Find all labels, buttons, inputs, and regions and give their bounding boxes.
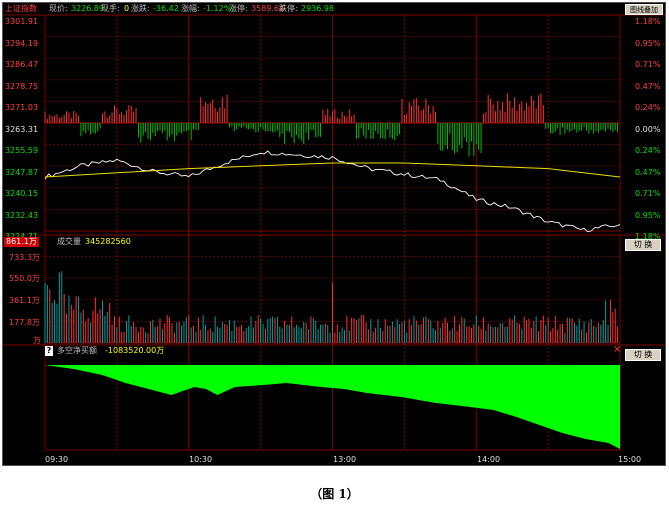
percent-tick-label: 0.71% xyxy=(635,189,661,198)
overlay-button[interactable]: 图线叠加 xyxy=(625,4,663,15)
percent-tick-label: 0.47% xyxy=(635,81,661,91)
net-buy-value: -1083520.00万 xyxy=(105,346,165,355)
price-label: 现价: xyxy=(49,4,68,13)
volume-title: 成交量 xyxy=(57,237,81,246)
price-tick-label: 3263.31 xyxy=(5,124,39,134)
price-tick-label: 3286.47 xyxy=(5,60,39,69)
price-value: 3226.89 xyxy=(71,4,105,13)
help-icon[interactable]: ? xyxy=(45,346,53,356)
net-switch-button[interactable]: 切 换 xyxy=(625,349,661,361)
volume-tick-label: 177.8万 xyxy=(9,318,40,327)
volume-max-badge: 861.1万 xyxy=(4,237,39,247)
price-tick-label: 3294.19 xyxy=(5,38,39,48)
time-tick-label: 09:30 xyxy=(45,455,69,464)
percent-tick-label: 1.18% xyxy=(635,17,661,26)
index-name: 上证指数 xyxy=(5,4,37,13)
figure-caption: （图 1） xyxy=(310,487,359,501)
limit-up-label: 涨停: xyxy=(229,4,248,13)
volume-tick-label: 733.3万 xyxy=(9,253,40,262)
price-tick-label: 3278.75 xyxy=(5,81,39,91)
hand-label: 现手: xyxy=(101,4,120,13)
time-tick-label: 10:30 xyxy=(189,455,213,464)
volume-tick-label: 361.1万 xyxy=(9,296,40,305)
price-tick-label: 3255.59 xyxy=(5,146,39,155)
limit-down-label: 跌停: xyxy=(279,4,298,13)
price-tick-label: 3232.43 xyxy=(5,210,39,220)
percent-tick-label: 0.95% xyxy=(635,210,661,220)
percent-tick-label: 0.47% xyxy=(635,167,661,177)
volume-total: 345282560 xyxy=(85,237,131,246)
net-buy-title: 多空净买额 xyxy=(57,346,97,355)
intraday-chart xyxy=(3,14,665,451)
volume-switch-button[interactable]: 切 换 xyxy=(625,239,661,251)
change-value: -36.42 xyxy=(153,4,179,13)
change-label: 涨跌: xyxy=(131,4,150,13)
percent-tick-label: 0.71% xyxy=(635,60,661,69)
limit-down-value: 2936.98 xyxy=(301,4,335,13)
hand-value: 0 xyxy=(124,4,130,13)
price-tick-label: 3240.15 xyxy=(5,189,39,198)
price-tick-label: 3247.87 xyxy=(5,167,39,177)
percent-tick-label: 0.00% xyxy=(635,124,661,134)
pct-value: -1.12% xyxy=(203,4,232,13)
percent-tick-label: 0.95% xyxy=(635,38,661,48)
chart-window: 上证指数 现价: 3226.89 现手: 0 涨跌: -36.42 涨幅: -1… xyxy=(2,2,666,466)
percent-tick-label: 0.24% xyxy=(635,103,661,112)
volume-tick-label: 550.0万 xyxy=(9,274,40,283)
percent-tick-label: 0.24% xyxy=(635,146,661,155)
price-tick-label: 3271.03 xyxy=(5,103,39,112)
time-tick-label: 15:00 xyxy=(618,455,642,464)
pct-label: 涨幅: xyxy=(181,4,200,13)
close-icon[interactable]: × xyxy=(613,345,621,355)
time-tick-label: 14:00 xyxy=(477,455,501,464)
price-tick-label: 3301.91 xyxy=(5,17,39,26)
volume-tick-label: 万 xyxy=(33,336,41,345)
time-tick-label: 13:00 xyxy=(333,455,357,464)
